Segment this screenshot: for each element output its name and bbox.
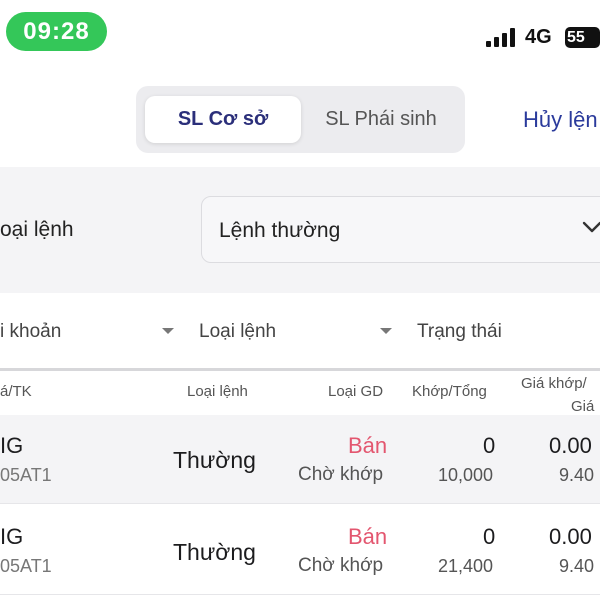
row-order-type: Thường [173,539,256,565]
table-row[interactable] [0,415,600,503]
row-match-price: 0.00 [549,524,592,549]
filter-account[interactable]: i khoản [0,321,61,343]
row-status: Chờ khớp [298,555,384,576]
tab-derivative[interactable]: SL Phái sinh [306,96,456,143]
cancel-order-link[interactable]: Hủy lện [523,107,598,133]
order-type-label: oại lệnh [0,218,74,241]
row-account: 05AT1 [0,465,52,485]
divider [0,368,600,371]
row-side: Bán [348,524,388,549]
row-total: 10,000 [438,465,494,485]
network-type: 4G [525,26,552,48]
header-order-type: Loại lệnh [187,383,248,400]
header-price: Giá [571,398,595,415]
order-type-dropdown[interactable]: Lệnh thường [201,196,600,263]
caret-down-icon [162,328,174,334]
row-price: 9.40 [559,556,595,576]
header-trade-type: Loại GD [328,383,384,400]
row-price: 9.40 [559,465,595,485]
caret-down-icon [380,328,392,334]
filter-order-type[interactable]: Loại lệnh [199,321,276,343]
battery-level: 55 [567,29,585,46]
row-status: Chờ khớp [298,464,384,485]
row-account: 05AT1 [0,556,52,576]
row-side: Bán [348,433,388,458]
divider [0,594,600,595]
header-symbol: á/TK [0,383,32,400]
row-matched: 0 [483,433,496,458]
tab-base[interactable]: SL Cơ sở [145,96,301,143]
row-order-type: Thường [173,447,256,473]
filter-status[interactable]: Trạng thái [417,321,502,343]
order-type-value: Lệnh thường [219,219,341,242]
segment-control: SL Cơ sở SL Phái sinh [136,86,465,153]
status-time: 09:28 [6,12,107,51]
row-total: 21,400 [438,556,494,576]
table-row[interactable] [0,504,600,592]
header-matched-total: Khớp/Tổng [412,383,487,400]
row-match-price: 0.00 [549,433,592,458]
chevron-down-icon [582,221,600,233]
row-symbol: IG [0,433,24,458]
cellular-signal-icon [486,27,518,47]
battery-icon: 55 [565,27,600,48]
header-match-price: Giá khớp/ [521,375,587,392]
row-matched: 0 [483,524,496,549]
row-symbol: IG [0,524,24,549]
